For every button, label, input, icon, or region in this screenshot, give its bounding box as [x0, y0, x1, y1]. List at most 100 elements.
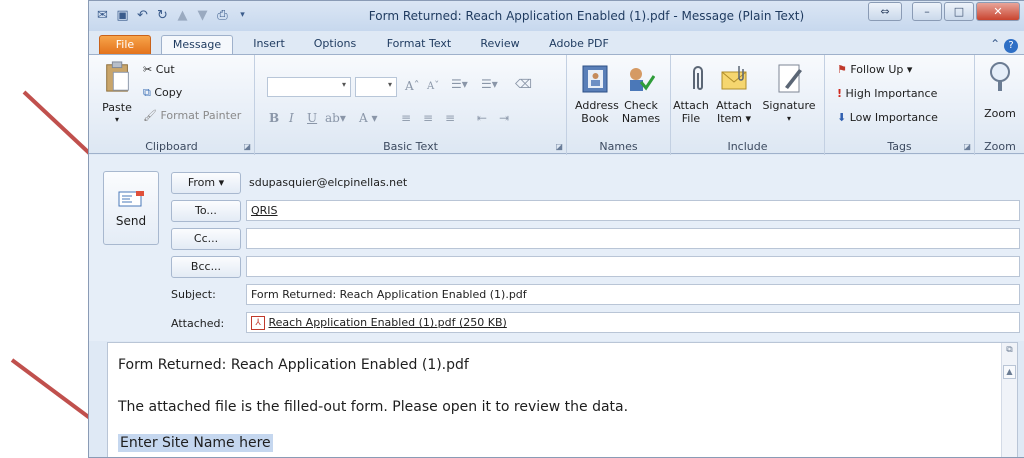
tab-file[interactable]: File: [99, 35, 151, 55]
attach-file-label-1[interactable]: Attach: [671, 99, 711, 112]
check-names-icon[interactable]: [625, 63, 655, 95]
message-body[interactable]: Form Returned: Reach Application Enabled…: [107, 342, 1018, 457]
bcc-button[interactable]: Bcc...: [171, 256, 241, 278]
italic-icon[interactable]: I: [289, 111, 294, 125]
low-importance-button[interactable]: ⬇ Low Importance: [837, 111, 938, 124]
scissors-icon: ✂: [143, 63, 153, 76]
signature-dropdown-icon[interactable]: ▾: [759, 112, 819, 125]
cc-field[interactable]: [246, 228, 1020, 249]
attachment-link[interactable]: Reach Application Enabled (1).pdf (250 K…: [269, 316, 507, 329]
tags-launcher-icon[interactable]: ◪: [963, 142, 971, 151]
clear-formatting-icon[interactable]: ⌫: [515, 77, 532, 91]
site-name-placeholder[interactable]: Enter Site Name here: [118, 434, 273, 452]
from-value: sdupasquier@elcpinellas.net: [249, 176, 408, 189]
paintbrush-icon: 🖌: [143, 109, 157, 122]
address-book-label-1[interactable]: Address: [575, 99, 619, 112]
follow-up-button[interactable]: ⚑ Follow Up ▾: [837, 63, 912, 76]
tab-message[interactable]: Message: [161, 35, 233, 55]
attach-item-icon[interactable]: [719, 63, 749, 95]
basic-text-group: ▾ ▾ Aˆ Aˇ ☰▾ ☰▾ ⌫ B I U ab▾ A ▾ ≡ ≡ ≡ ⇤ …: [255, 55, 567, 155]
zoom-label[interactable]: Zoom: [975, 107, 1024, 120]
low-importance-label: Low Importance: [849, 111, 938, 124]
follow-up-label: Follow Up ▾: [850, 63, 913, 76]
align-left-icon[interactable]: ≡: [401, 111, 411, 125]
tab-format-text[interactable]: Format Text: [379, 35, 459, 55]
paperclip-icon[interactable]: [683, 63, 713, 95]
high-importance-label: High Importance: [845, 87, 938, 100]
vertical-scrollbar[interactable]: ⧉ ▲: [1001, 343, 1017, 457]
highlight-icon[interactable]: ab▾: [325, 111, 346, 125]
to-button[interactable]: To...: [171, 200, 241, 222]
decrease-indent-icon[interactable]: ⇤: [477, 111, 487, 125]
numbering-icon[interactable]: ☰▾: [481, 77, 498, 91]
bcc-field[interactable]: [246, 256, 1020, 277]
attach-item-label-1[interactable]: Attach: [713, 99, 755, 112]
check-names-label-2[interactable]: Names: [621, 112, 661, 125]
increase-indent-icon[interactable]: ⇥: [499, 111, 509, 125]
clipboard-group: Paste ▾ ✂ Cut ⧉ Copy 🖌 Format Painter Cl…: [89, 55, 255, 155]
close-button[interactable]: ✕: [976, 2, 1020, 21]
signature-label[interactable]: Signature: [759, 99, 819, 112]
cc-button[interactable]: Cc...: [171, 228, 241, 250]
underline-icon[interactable]: U: [307, 111, 317, 125]
to-field[interactable]: QRIS: [246, 200, 1020, 221]
address-book-label-2[interactable]: Book: [575, 112, 615, 125]
clipboard-launcher-icon[interactable]: ◪: [243, 142, 251, 151]
exclamation-icon: !: [837, 87, 843, 100]
message-header: Send From ▾ sdupasquier@elcpinellas.net …: [89, 155, 1024, 341]
bullets-icon[interactable]: ☰▾: [451, 77, 468, 91]
check-names-label-1[interactable]: Check: [621, 99, 661, 112]
attach-file-label-2[interactable]: File: [671, 112, 711, 125]
help-icon[interactable]: ?: [1004, 39, 1018, 53]
body-line-2: The attached file is the filled-out form…: [118, 399, 629, 415]
tags-group-label: Tags: [887, 140, 912, 153]
attached-label: Attached:: [171, 317, 225, 330]
from-button[interactable]: From ▾: [171, 172, 241, 194]
tab-review[interactable]: Review: [473, 35, 527, 55]
tab-options[interactable]: Options: [307, 35, 363, 55]
high-importance-button[interactable]: ! High Importance: [837, 87, 937, 100]
format-painter-button[interactable]: 🖌 Format Painter: [143, 109, 241, 122]
basic-text-group-label: Basic Text: [383, 140, 438, 153]
bold-icon[interactable]: B: [269, 111, 279, 125]
basic-text-launcher-icon[interactable]: ◪: [555, 142, 563, 151]
tab-insert[interactable]: Insert: [247, 35, 291, 55]
include-group: Attach File Attach Item ▾ Signature ▾ In…: [671, 55, 825, 155]
paste-dropdown-icon[interactable]: ▾: [97, 113, 137, 126]
copy-label: Copy: [154, 86, 183, 99]
attached-field: ⅄ Reach Application Enabled (1).pdf (250…: [246, 312, 1020, 333]
minimize-button[interactable]: –: [912, 2, 942, 21]
clipboard-group-label: Clipboard: [145, 140, 198, 153]
names-group-label: Names: [599, 140, 638, 153]
magnifier-icon[interactable]: [985, 61, 1015, 93]
tab-adobe-pdf[interactable]: Adobe PDF: [541, 35, 617, 55]
send-label: Send: [115, 214, 147, 228]
maximize-button[interactable]: □: [944, 2, 974, 21]
signature-icon[interactable]: [775, 63, 805, 95]
font-color-icon[interactable]: A ▾: [359, 111, 378, 125]
scroll-up-icon[interactable]: ▲: [1003, 365, 1016, 379]
message-window: ✉ ▣ ↶ ↻ ▲ ▼ ⎙ ▾ Form Returned: Reach App…: [88, 0, 1024, 458]
address-book-icon[interactable]: [581, 63, 611, 95]
paste-icon[interactable]: [103, 61, 133, 93]
cut-label: Cut: [155, 63, 175, 76]
restore-ribbon-button[interactable]: ⇔: [868, 2, 902, 21]
pdf-icon: ⅄: [251, 316, 265, 330]
font-name-combo[interactable]: ▾: [267, 77, 351, 97]
attach-item-label-2[interactable]: Item ▾: [713, 112, 755, 125]
ribbon: Paste ▾ ✂ Cut ⧉ Copy 🖌 Format Painter Cl…: [89, 54, 1024, 155]
shrink-font-icon[interactable]: Aˇ: [427, 81, 439, 92]
subject-field[interactable]: Form Returned: Reach Application Enabled…: [246, 284, 1020, 305]
align-right-icon[interactable]: ≡: [445, 111, 455, 125]
down-arrow-icon: ⬇: [837, 111, 847, 124]
flag-icon: ⚑: [837, 63, 847, 76]
font-size-combo[interactable]: ▾: [355, 77, 397, 97]
minimize-ribbon-icon[interactable]: ⌃: [990, 37, 1000, 51]
cut-button[interactable]: ✂ Cut: [143, 63, 175, 76]
copy-button[interactable]: ⧉ Copy: [143, 86, 182, 100]
align-center-icon[interactable]: ≡: [423, 111, 433, 125]
include-group-label: Include: [727, 140, 768, 153]
split-icon[interactable]: ⧉: [1003, 345, 1016, 363]
send-button[interactable]: Send: [103, 171, 159, 245]
grow-font-icon[interactable]: Aˆ: [405, 79, 420, 93]
